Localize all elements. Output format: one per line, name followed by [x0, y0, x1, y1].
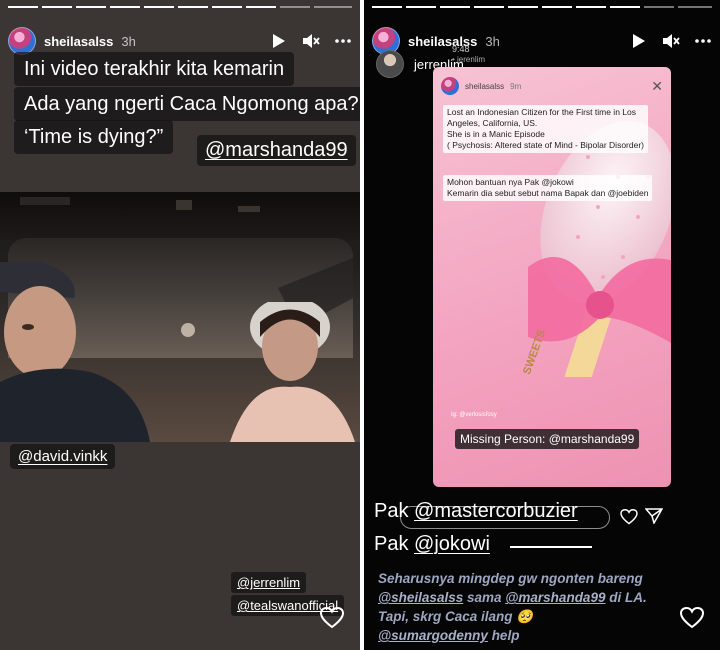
avatar[interactable] [8, 27, 36, 55]
heart-icon[interactable] [319, 606, 345, 629]
heart-icon[interactable] [620, 508, 638, 525]
person-woman-image [220, 297, 360, 442]
tag-david-vinkk[interactable]: @david.vinkk [10, 444, 116, 469]
story-progress-bar [8, 6, 352, 9]
avatar [441, 77, 459, 95]
repost-subtitle: • jerenlim [452, 55, 486, 64]
story-time: 3h [485, 33, 500, 49]
reply-line-1: Pak @mastercorbuzier [374, 500, 578, 522]
play-icon[interactable] [630, 32, 648, 50]
caption-line-3: ‘Time is dying?” [14, 120, 174, 154]
mention-sticker-marshanda[interactable]: @marshanda99 [197, 135, 356, 166]
more-icon[interactable] [334, 32, 352, 50]
post-text-block-2: Mohon bantuan nya Pak @jokowi Kemarin di… [443, 175, 653, 201]
left-story-panel: sheilasalss 3h Ini video terakhir kita k… [0, 0, 360, 650]
car-roof-image [0, 192, 360, 240]
close-icon: ✕ [651, 77, 663, 94]
play-icon[interactable] [270, 32, 288, 50]
mention-sumargodenny[interactable]: @sumargodenny [378, 628, 488, 643]
tag-jerrenlim[interactable]: @jerrenlim [231, 572, 307, 593]
mention-jokowi[interactable]: @jokowi [414, 533, 490, 555]
mute-icon[interactable] [662, 32, 680, 50]
story-time: 3h [121, 33, 136, 49]
send-icon[interactable] [644, 508, 664, 525]
pink-popsicle-image [528, 117, 671, 388]
post-text-block-1: Lost an Indonesian Citizen for the First… [443, 105, 648, 153]
caption-line-2: Ada yang ngerti Caca Ngomong apa? [14, 87, 360, 121]
mention-sheilasalss[interactable]: @sheilasalss [378, 590, 463, 605]
reply-line-2: Pak @jokowi [374, 533, 490, 555]
mention-mastercorbuzier[interactable]: @mastercorbuzier [414, 500, 578, 522]
person-man-image [0, 259, 150, 442]
more-icon[interactable] [694, 32, 712, 50]
bottom-caption: Seharusnya mingdep gw ngonten bareng @sh… [378, 571, 647, 643]
reposted-story-card[interactable]: sheilasalss 9m ✕ Lost an Indonesian Citi… [433, 67, 671, 487]
heart-icon[interactable] [679, 606, 705, 629]
missing-person-label: Missing Person: @marshanda99 [455, 429, 640, 449]
avatar[interactable] [376, 50, 404, 78]
post-username: sheilasalss [465, 81, 505, 91]
mute-icon[interactable] [302, 32, 320, 50]
photo-credit: Ig: @verlosisfosy [451, 412, 497, 418]
story-progress-bar [372, 6, 712, 9]
post-header: sheilasalss 9m ✕ [433, 67, 671, 105]
post-time: 9m [510, 81, 522, 91]
repost-clock: 9:48 [452, 44, 470, 54]
mention-marshanda99[interactable]: @marshanda99 [505, 590, 605, 605]
story-video [0, 192, 360, 442]
divider-line [510, 546, 592, 548]
story-username[interactable]: sheilasalss [44, 34, 113, 49]
caption-line-1: Ini video terakhir kita kemarin [14, 52, 295, 86]
